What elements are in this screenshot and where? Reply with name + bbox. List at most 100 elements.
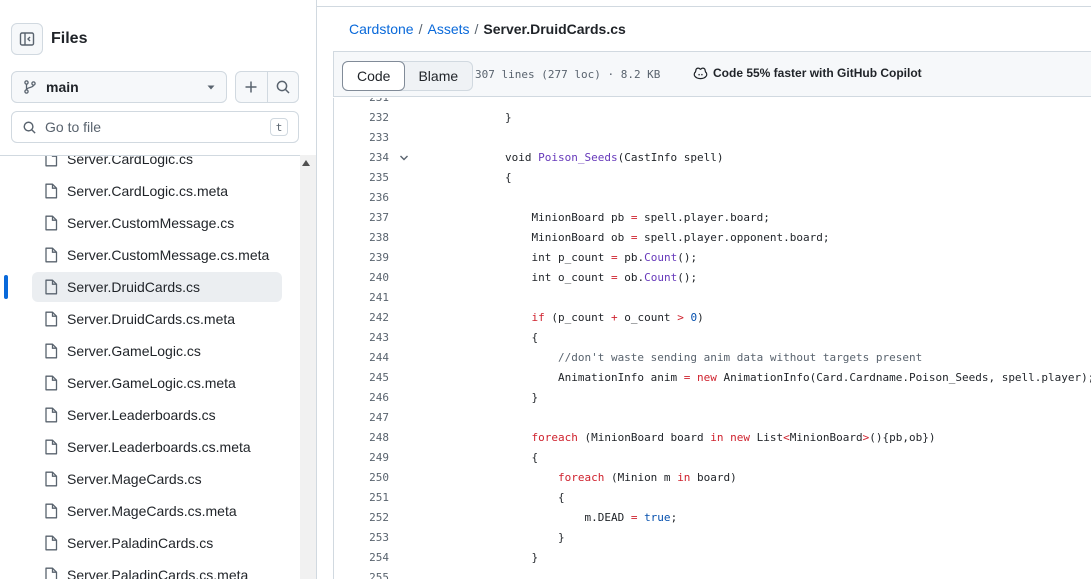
- breadcrumb-folder-link[interactable]: Assets: [427, 21, 469, 37]
- file-tree-item[interactable]: Server.CardLogic.cs.meta: [32, 176, 282, 206]
- file-tree-item[interactable]: Server.GameLogic.cs: [32, 336, 282, 366]
- add-file-button[interactable]: [236, 72, 267, 102]
- sidebar-title: Files: [51, 30, 88, 47]
- file-tree-item[interactable]: Server.DruidCards.cs.meta: [32, 304, 282, 334]
- code-text: if (p_count + o_count > 0): [452, 308, 703, 328]
- line-number[interactable]: 240: [334, 268, 389, 288]
- sidebar-header: Files: [11, 23, 87, 55]
- code-token: int p_count: [452, 251, 611, 264]
- line-number[interactable]: 242: [334, 308, 389, 328]
- line-number[interactable]: 231: [334, 98, 389, 108]
- code-text: }: [452, 528, 565, 548]
- file-tree-item[interactable]: Server.MageCards.cs.meta: [32, 496, 282, 526]
- line-number[interactable]: 249: [334, 448, 389, 468]
- tree-actions: [235, 71, 299, 103]
- line-number[interactable]: 247: [334, 408, 389, 428]
- line-number[interactable]: 239: [334, 248, 389, 268]
- line-number[interactable]: 244: [334, 348, 389, 368]
- code-token: o_count: [617, 311, 678, 324]
- go-to-file-input[interactable]: Go to file t: [11, 111, 299, 143]
- code-token: pb.: [617, 251, 645, 264]
- file-icon: [45, 439, 58, 455]
- file-tree-item-label: Server.Leaderboards.cs.meta: [67, 439, 251, 455]
- file-tree-item[interactable]: Server.MageCards.cs: [32, 464, 282, 494]
- file-icon: [45, 215, 58, 231]
- code-token: MinionBoard ob: [452, 231, 631, 244]
- line-number[interactable]: 255: [334, 568, 389, 579]
- code-token: >: [677, 311, 684, 324]
- line-number[interactable]: 234: [334, 148, 389, 168]
- file-tree-item[interactable]: Server.CustomMessage.cs: [32, 208, 282, 238]
- file-tree-item[interactable]: Server.PaladinCards.cs: [32, 528, 282, 558]
- code-line: 235 {: [334, 168, 1091, 188]
- line-number[interactable]: 248: [334, 428, 389, 448]
- code-token: }: [452, 111, 512, 124]
- code-token: (CastInfo spell): [617, 151, 724, 164]
- code-token: m.DEAD: [452, 511, 631, 524]
- code-token: spell.player.opponent.board;: [637, 231, 830, 244]
- file-tree-item-label: Server.GameLogic.cs: [67, 343, 201, 359]
- search-files-button[interactable]: [266, 72, 298, 102]
- code-text: }: [452, 108, 512, 128]
- code-line: 246 }: [334, 388, 1091, 408]
- line-number[interactable]: 254: [334, 548, 389, 568]
- sidebar-collapse-button[interactable]: [11, 23, 43, 55]
- file-tree-item-label: Server.PaladinCards.cs: [67, 535, 214, 551]
- line-number[interactable]: 252: [334, 508, 389, 528]
- file-tree-item-label: Server.CardLogic.cs: [67, 155, 194, 167]
- file-icon: [45, 343, 58, 359]
- file-icon: [45, 567, 58, 579]
- file-tree-item[interactable]: Server.DruidCards.cs: [32, 272, 282, 302]
- code-token: (p_count: [544, 311, 611, 324]
- file-tree-item[interactable]: Server.Leaderboards.cs: [32, 400, 282, 430]
- code-viewer[interactable]: 231232 }233234 void Poison_Seeds(CastInf…: [333, 98, 1091, 579]
- code-line: 238 MinionBoard ob = spell.player.oppone…: [334, 228, 1091, 248]
- file-tree-item[interactable]: Server.CustomMessage.cs.meta: [32, 240, 282, 270]
- plus-icon: [245, 81, 257, 93]
- code-text: //don't waste sending anim data without …: [452, 348, 922, 368]
- triangle-down-icon: [207, 85, 215, 90]
- tab-code[interactable]: Code: [342, 61, 406, 91]
- code-token: }: [452, 531, 565, 544]
- copilot-icon: [693, 67, 708, 80]
- line-number[interactable]: 245: [334, 368, 389, 388]
- file-tree-item[interactable]: Server.CardLogic.cs: [32, 155, 282, 174]
- breadcrumb-repo-link[interactable]: Cardstone: [349, 21, 414, 37]
- line-number[interactable]: 241: [334, 288, 389, 308]
- line-number[interactable]: 243: [334, 328, 389, 348]
- line-number[interactable]: 246: [334, 388, 389, 408]
- code-token: {: [452, 451, 539, 464]
- active-file-indicator: [4, 275, 8, 299]
- copilot-promo-link[interactable]: Code 55% faster with GitHub Copilot: [693, 66, 922, 80]
- file-stats: 307 lines (277 loc) · 8.2 KB: [475, 68, 661, 81]
- breadcrumb: Cardstone / Assets / Server.DruidCards.c…: [349, 21, 626, 37]
- file-icon: [45, 247, 58, 263]
- line-number[interactable]: 253: [334, 528, 389, 548]
- file-tree-item-label: Server.MageCards.cs: [67, 471, 202, 487]
- file-tree-sidebar: Files main Go to file t Server.CardLogic…: [0, 0, 317, 579]
- tree-scrollbar[interactable]: [300, 155, 316, 579]
- line-number[interactable]: 232: [334, 108, 389, 128]
- line-number[interactable]: 236: [334, 188, 389, 208]
- file-tree-item[interactable]: Server.Leaderboards.cs.meta: [32, 432, 282, 462]
- line-number[interactable]: 237: [334, 208, 389, 228]
- file-icon: [45, 279, 58, 295]
- code-line: 243 {: [334, 328, 1091, 348]
- code-token: spell.player.board;: [637, 211, 770, 224]
- code-text: {: [452, 448, 538, 468]
- line-number[interactable]: 250: [334, 468, 389, 488]
- code-line: 255: [334, 568, 1091, 579]
- branch-selector[interactable]: main: [11, 71, 227, 103]
- code-token: =: [610, 271, 618, 284]
- line-number[interactable]: 233: [334, 128, 389, 148]
- line-number[interactable]: 251: [334, 488, 389, 508]
- tab-blame[interactable]: Blame: [404, 62, 472, 90]
- scroll-up-arrow[interactable]: [302, 160, 310, 166]
- git-branch-icon: [24, 80, 36, 94]
- code-token: Count: [644, 271, 678, 284]
- file-tree-item[interactable]: Server.PaladinCards.cs.meta: [32, 560, 282, 579]
- code-token: ();: [677, 251, 698, 264]
- file-tree-item[interactable]: Server.GameLogic.cs.meta: [32, 368, 282, 398]
- line-number[interactable]: 238: [334, 228, 389, 248]
- line-number[interactable]: 235: [334, 168, 389, 188]
